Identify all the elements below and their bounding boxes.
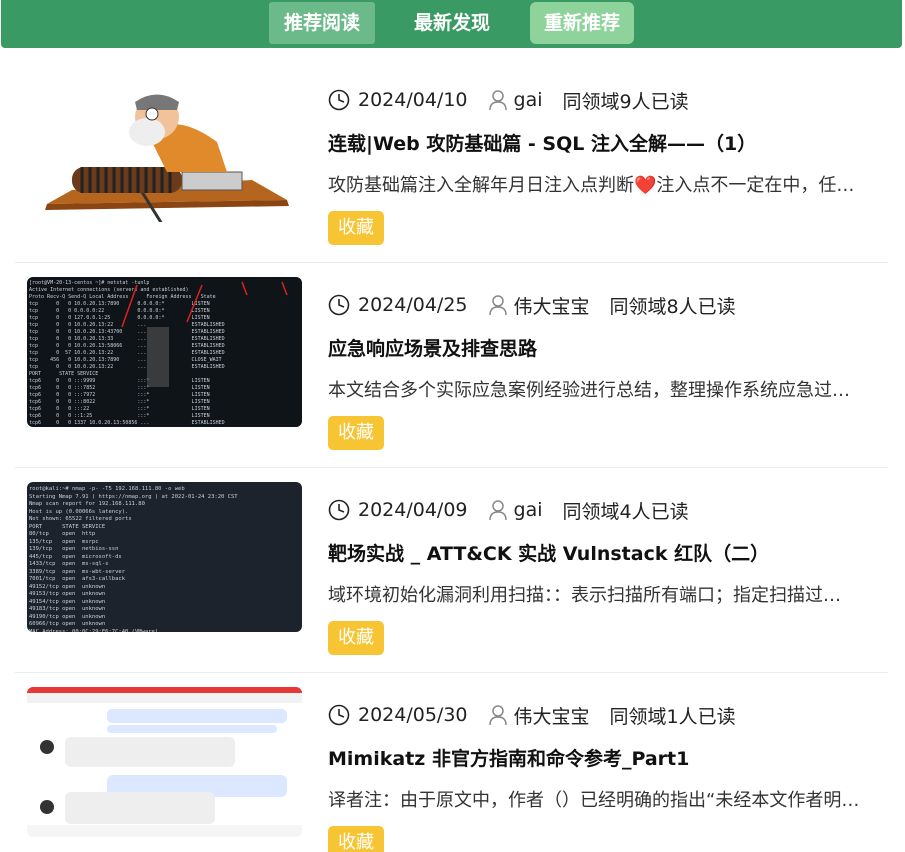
article-author[interactable]: 伟大宝宝 bbox=[514, 702, 590, 729]
article-meta: 2024/04/09 gai 同领域4人已读 bbox=[328, 496, 689, 524]
article-date: 2024/05/30 bbox=[358, 704, 468, 726]
clock-icon bbox=[328, 294, 350, 316]
article-title[interactable]: Mimikatz 非官方指南和命令参考_Part1 bbox=[328, 744, 888, 771]
favorite-button[interactable]: 收藏 bbox=[328, 416, 384, 450]
article-date: 2024/04/09 bbox=[358, 499, 468, 521]
user-icon bbox=[488, 500, 507, 521]
article-card[interactable]: [root@VM-20-13-centos ~]# netstat -tunlp… bbox=[15, 263, 888, 468]
tab-latest[interactable]: 最新发现 bbox=[399, 2, 505, 44]
article-summary: 攻防基础篇注入全解年月日注入点判断❤️注入点不一定在中，任… bbox=[328, 175, 855, 196]
cartoon-image bbox=[45, 94, 289, 222]
user-icon bbox=[488, 90, 507, 111]
article-summary: 域环境初始化漏洞利用扫描：：表示扫描所有端口；指定扫描过… bbox=[328, 585, 841, 606]
article-date: 2024/04/25 bbox=[358, 294, 468, 316]
article-summary: 译者注：由于原文中，作者（）已经明确的指出“未经本文作者明… bbox=[328, 790, 860, 811]
article-readers: 同领域9人已读 bbox=[562, 90, 689, 113]
article-summary: 本文结合多个实际应急案例经验进行总结，整理操作系统应急过… bbox=[328, 380, 850, 401]
article-readers: 同领域1人已读 bbox=[609, 705, 736, 728]
favorite-button[interactable]: 收藏 bbox=[328, 211, 384, 245]
clock-icon bbox=[328, 499, 350, 521]
article-date: 2024/04/10 bbox=[358, 89, 468, 111]
favorite-button[interactable]: 收藏 bbox=[328, 621, 384, 655]
article-title[interactable]: 连载|Web 攻防基础篇 - SQL 注入全解——（1） bbox=[328, 129, 888, 156]
article-card[interactable]: root@kali:~# nmap -p- -T5 192.168.111.80… bbox=[15, 468, 888, 673]
top-tab-bar: 推荐阅读 最新发现 重新推荐 bbox=[1, 0, 902, 48]
favorite-button[interactable]: 收藏 bbox=[328, 826, 384, 852]
article-thumbnail[interactable]: [root@VM-20-13-centos ~]# netstat -tunlp… bbox=[27, 277, 302, 427]
article-readers: 同领域4人已读 bbox=[562, 500, 689, 523]
tab-recommended[interactable]: 推荐阅读 bbox=[269, 2, 375, 44]
article-meta: 2024/05/30 伟大宝宝 同领域1人已读 bbox=[328, 701, 736, 729]
article-thumbnail[interactable]: root@kali:~# nmap -p- -T5 192.168.111.80… bbox=[27, 482, 302, 632]
article-title[interactable]: 应急响应场景及排查思路 bbox=[328, 334, 888, 361]
article-author[interactable]: gai bbox=[514, 499, 543, 521]
article-meta: 2024/04/10 gai 同领域9人已读 bbox=[328, 86, 689, 114]
article-card[interactable]: 2024/04/10 gai 同领域9人已读 连载|Web 攻防基础篇 - SQ… bbox=[15, 58, 888, 263]
user-icon bbox=[488, 295, 507, 316]
article-author[interactable]: 伟大宝宝 bbox=[514, 292, 590, 319]
tab-re-recommend[interactable]: 重新推荐 bbox=[530, 2, 634, 44]
article-thumbnail[interactable] bbox=[27, 687, 302, 837]
article-readers: 同领域8人已读 bbox=[609, 295, 736, 318]
user-icon bbox=[488, 705, 507, 726]
clock-icon bbox=[328, 89, 350, 111]
article-author[interactable]: gai bbox=[514, 89, 543, 111]
arrow-annotations bbox=[121, 281, 288, 387]
clock-icon bbox=[328, 704, 350, 726]
chat-screenshot-image bbox=[27, 687, 302, 837]
article-card[interactable]: 2024/05/30 伟大宝宝 同领域1人已读 Mimikatz 非官方指南和命… bbox=[15, 673, 888, 852]
article-meta: 2024/04/25 伟大宝宝 同领域8人已读 bbox=[328, 291, 736, 319]
article-title[interactable]: 靶场实战 _ ATT&CK 实战 Vulnstack 红队（二） bbox=[328, 539, 888, 566]
article-thumbnail[interactable] bbox=[27, 72, 302, 222]
